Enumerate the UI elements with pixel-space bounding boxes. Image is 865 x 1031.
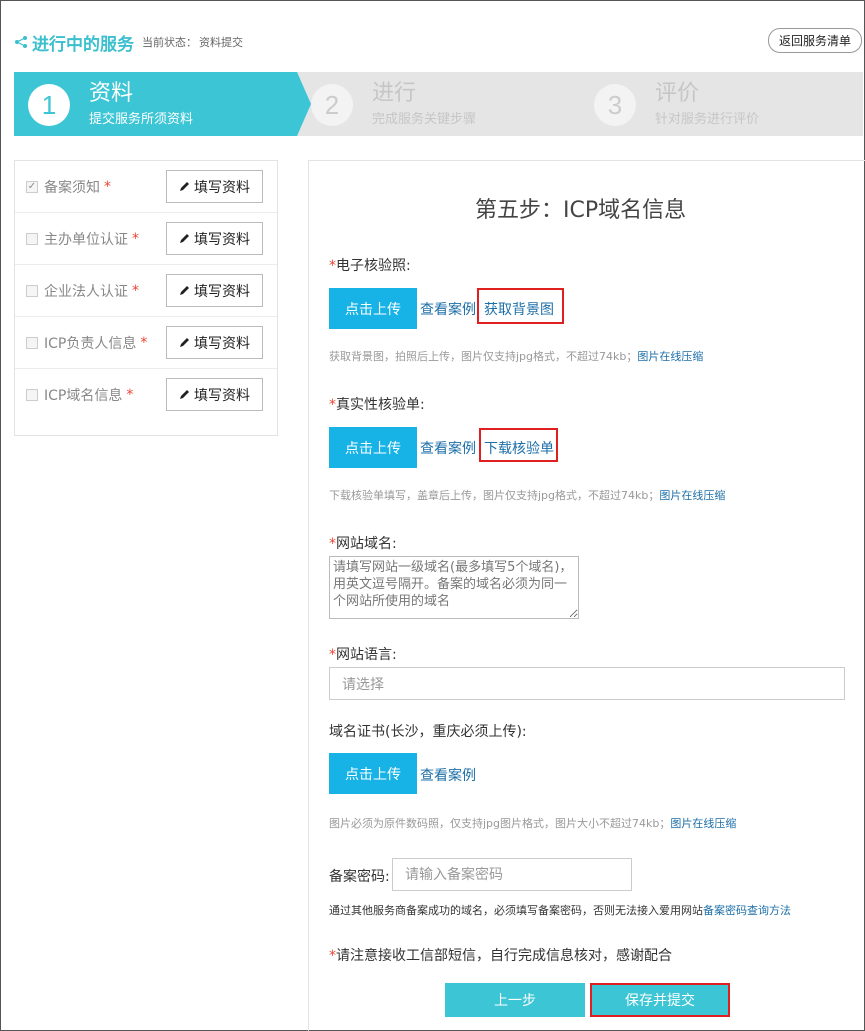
fill-info-button[interactable]: 填写资料: [166, 274, 263, 307]
step-subtitle: 针对服务进行评价: [655, 112, 760, 127]
ecert-view-example-link[interactable]: 查看案例: [420, 299, 476, 319]
step-3: 3 评价 针对服务进行评价: [580, 72, 863, 136]
domain-cert-view-example-link[interactable]: 查看案例: [420, 765, 476, 785]
ecert-upload-button[interactable]: 点击上传: [329, 288, 417, 329]
ecert-hint-text: 获取背景图，拍照后上传，图片仅支持jpg格式，不超过74kb；: [329, 350, 638, 363]
sidebar: ✓ 备案须知 * 填写资料 主办单位认证 * 填写资料 企业法人认证 * 填写资…: [14, 160, 278, 436]
pencil-icon: [180, 390, 189, 399]
download-verify-form-link[interactable]: 下载核验单: [484, 438, 554, 458]
page-header: 进行中的服务 当前状态： 资料提交: [14, 30, 243, 55]
domain-label-text: 网站域名:: [336, 536, 397, 552]
required-mark: *: [132, 282, 139, 299]
fill-info-label: 填写资料: [194, 231, 250, 248]
required-mark: *: [140, 334, 148, 351]
required-mark: *: [329, 536, 336, 552]
domain-cert-upload-button[interactable]: 点击上传: [329, 753, 417, 794]
state-label: 当前状态：: [142, 36, 197, 49]
required-mark: *: [132, 230, 139, 247]
verify-view-example-link[interactable]: 查看案例: [420, 438, 476, 458]
domain-textarea[interactable]: [329, 556, 579, 619]
step-label: 评价: [655, 81, 700, 106]
verify-hint: 下载核验单填写，盖章后上传，图片仅支持jpg格式，不超过74kb；图片在线压缩: [329, 487, 725, 503]
domain-cert-compress-link[interactable]: 图片在线压缩: [670, 817, 736, 830]
step-label: 资料: [89, 81, 134, 106]
sidebar-item-filing-notice: ✓ 备案须知 * 填写资料: [15, 161, 277, 213]
required-mark: *: [126, 386, 134, 403]
domain-cert-hint-text: 图片必须为原件数码照，仅支持jpg图片格式，图片大小不超过74kb；: [329, 817, 671, 830]
share-icon: [15, 36, 27, 48]
sidebar-item-label: 主办单位认证: [44, 231, 128, 248]
password-input[interactable]: [392, 858, 632, 891]
domain-cert-hint: 图片必须为原件数码照，仅支持jpg图片格式，图片大小不超过74kb；图片在线压缩: [329, 815, 736, 831]
required-mark: *: [329, 647, 336, 663]
form-title: 第五步：ICP域名信息: [475, 198, 687, 223]
fill-info-label: 填写资料: [194, 335, 250, 352]
sidebar-item-icp-principal: ICP负责人信息 * 填写资料: [15, 317, 277, 369]
fill-info-button[interactable]: 填写资料: [166, 326, 263, 359]
sidebar-item-label: 企业法人认证: [44, 283, 128, 300]
ecert-label-text: 电子核验照:: [336, 258, 411, 274]
sidebar-item-label: ICP负责人信息: [44, 335, 137, 352]
checkbox[interactable]: [26, 232, 38, 245]
step-number: 3: [594, 84, 636, 126]
pencil-icon: [180, 234, 189, 243]
sms-notice-text: 请注意接收工信部短信，自行完成信息核对，感谢配合: [336, 948, 672, 964]
sidebar-item-label: ICP域名信息: [44, 387, 123, 404]
required-mark: *: [329, 397, 336, 413]
previous-step-button[interactable]: 上一步: [445, 983, 585, 1017]
step-2: 2 进行 完成服务关键步骤: [297, 72, 580, 136]
page-title: 进行中的服务: [32, 34, 134, 55]
back-to-service-list-button[interactable]: 返回服务清单: [768, 28, 862, 53]
verify-label: *真实性核验单:: [329, 394, 425, 414]
sidebar-item-sponsor-auth: 主办单位认证 * 填写资料: [15, 213, 277, 265]
checkbox[interactable]: [26, 336, 38, 349]
step-number: 2: [311, 84, 353, 126]
step-1: 1 资料 提交服务所须资料: [14, 72, 311, 136]
step-subtitle: 提交服务所须资料: [89, 112, 194, 127]
step-arrow: [297, 72, 311, 136]
fill-info-label: 填写资料: [194, 283, 250, 300]
language-label: *网站语言:: [329, 644, 397, 664]
step-number: 1: [28, 84, 70, 126]
fill-info-button[interactable]: 填写资料: [166, 222, 263, 255]
step-label: 进行: [372, 81, 417, 106]
step-subtitle: 完成服务关键步骤: [372, 112, 477, 127]
language-select[interactable]: 请选择: [329, 667, 845, 700]
password-hint: 通过其他服务商备案成功的域名，必须填写备案密码，否则无法接入爱用网站备案密码查询…: [329, 902, 791, 918]
domain-label: *网站域名:: [329, 533, 397, 553]
state-value: 资料提交: [199, 36, 243, 49]
checkbox-checked[interactable]: ✓: [26, 180, 38, 193]
pencil-icon: [180, 286, 189, 295]
required-mark: *: [329, 258, 336, 274]
fill-info-label: 填写资料: [194, 179, 250, 196]
language-label-text: 网站语言:: [336, 647, 397, 663]
get-background-link[interactable]: 获取背景图: [484, 299, 554, 319]
sidebar-item-icp-domain: ICP域名信息 * 填写资料: [15, 369, 277, 420]
verify-compress-link[interactable]: 图片在线压缩: [659, 489, 725, 502]
fill-info-button[interactable]: 填写资料: [166, 378, 263, 411]
progress-steps: 1 资料 提交服务所须资料 2 进行 完成服务关键步骤 3 评价 针对服务进行评…: [14, 72, 863, 136]
sidebar-item-legal-person-auth: 企业法人认证 * 填写资料: [15, 265, 277, 317]
fill-info-button[interactable]: 填写资料: [166, 170, 263, 203]
sms-notice: *请注意接收工信部短信，自行完成信息核对，感谢配合: [329, 945, 672, 965]
sidebar-item-label: 备案须知: [44, 179, 100, 196]
verify-label-text: 真实性核验单:: [336, 397, 425, 413]
pencil-icon: [180, 338, 189, 347]
required-mark: *: [104, 178, 111, 195]
fill-info-label: 填写资料: [194, 387, 250, 404]
ecert-label: *电子核验照:: [329, 255, 411, 275]
domain-cert-label: 域名证书(长沙，重庆必须上传):: [329, 724, 527, 740]
ecert-hint: 获取背景图，拍照后上传，图片仅支持jpg格式，不超过74kb；图片在线压缩: [329, 348, 703, 364]
pencil-icon: [180, 182, 189, 191]
verify-hint-text: 下载核验单填写，盖章后上传，图片仅支持jpg格式，不超过74kb；: [329, 489, 660, 502]
verify-upload-button[interactable]: 点击上传: [329, 427, 417, 468]
checkbox[interactable]: [26, 284, 38, 297]
ecert-compress-link[interactable]: 图片在线压缩: [637, 350, 703, 363]
required-mark: *: [329, 948, 336, 964]
checkbox[interactable]: [26, 388, 38, 401]
save-and-submit-button[interactable]: 保存并提交: [590, 983, 730, 1017]
password-label: 备案密码:: [329, 869, 390, 885]
password-query-link[interactable]: 备案密码查询方法: [703, 904, 791, 917]
password-hint-text: 通过其他服务商备案成功的域名，必须填写备案密码，否则无法接入爱用网站: [329, 904, 703, 917]
